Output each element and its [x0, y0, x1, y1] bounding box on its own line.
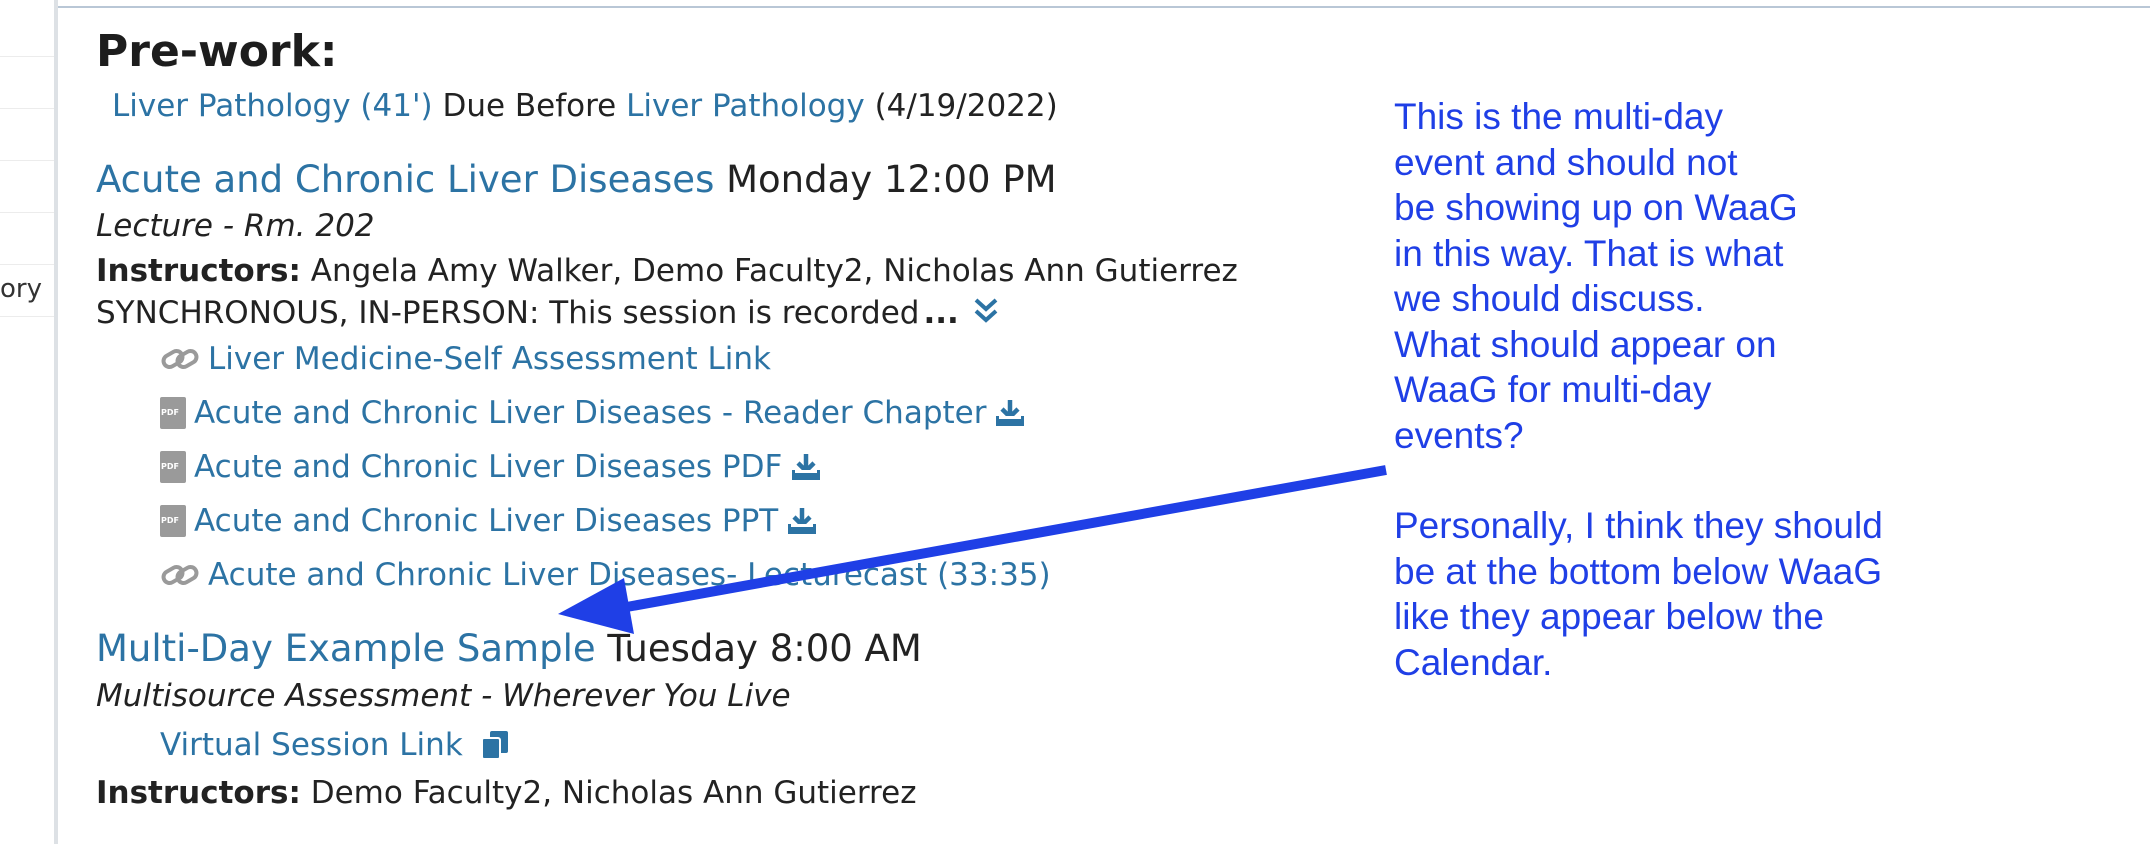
- prework-heading: Pre-work:: [96, 26, 338, 77]
- event-title-link[interactable]: Acute and Chronic Liver Diseases: [96, 158, 714, 201]
- event-header: Multi-Day Example Sample Tuesday 8:00 AM: [96, 627, 922, 670]
- prework-item: Liver Pathology (41') Due Before Liver P…: [112, 88, 1058, 124]
- pdf-icon: [160, 451, 186, 483]
- top-border: [58, 6, 2150, 8]
- resource-label[interactable]: Acute and Chronic Liver Diseases PPT: [194, 503, 778, 539]
- description-text: SYNCHRONOUS, IN-PERSON: This session is …: [96, 295, 920, 331]
- sidebar-divider: [0, 316, 54, 317]
- description-ellipsis: ...: [923, 295, 959, 331]
- virtual-session-link[interactable]: Virtual Session Link: [160, 727, 511, 763]
- event-instructors: Instructors: Demo Faculty2, Nicholas Ann…: [96, 775, 916, 811]
- resource-label[interactable]: Acute and Chronic Liver Diseases PDF: [194, 449, 782, 485]
- sidebar-divider: [0, 212, 54, 213]
- event-description: SYNCHRONOUS, IN-PERSON: This session is …: [96, 295, 999, 334]
- annotation-paragraph: This is the multi-day event and should n…: [1394, 96, 1798, 456]
- resource-link[interactable]: Liver Medicine-Self Assessment Link: [160, 341, 771, 377]
- resource-label[interactable]: Acute and Chronic Liver Diseases- Lectur…: [208, 557, 1051, 593]
- resource-label[interactable]: Acute and Chronic Liver Diseases - Reade…: [194, 395, 986, 431]
- sidebar-divider: [0, 264, 54, 265]
- event-header: Acute and Chronic Liver Diseases Monday …: [96, 158, 1057, 201]
- link-icon: [160, 344, 200, 374]
- download-icon[interactable]: [786, 506, 818, 536]
- annotation-note: This is the multi-day event and should n…: [1394, 94, 2014, 685]
- due-before-text: Due Before: [442, 88, 617, 124]
- expand-chevron-icon[interactable]: [973, 296, 999, 334]
- instructors-names: Angela Amy Walker, Demo Faculty2, Nichol…: [310, 253, 1238, 289]
- sidebar-divider: [0, 160, 54, 161]
- due-event-link[interactable]: Liver Pathology: [626, 88, 865, 124]
- event-time: Monday 12:00 PM: [726, 158, 1057, 201]
- instructors-names: Demo Faculty2, Nicholas Ann Gutierrez: [310, 775, 917, 811]
- instructors-label: Instructors:: [96, 253, 301, 289]
- event-type: Multisource Assessment - Wherever You Li…: [96, 678, 791, 714]
- sidebar-divider: [0, 56, 54, 57]
- sidebar-item-fragment[interactable]: ory: [0, 274, 42, 304]
- event-title-link[interactable]: Multi-Day Example Sample: [96, 627, 596, 670]
- due-date: (4/19/2022): [874, 88, 1058, 124]
- event-type: Lecture - Rm. 202: [96, 208, 375, 244]
- event-time: Tuesday 8:00 AM: [607, 627, 922, 670]
- link-icon: [160, 560, 200, 590]
- resource-link[interactable]: Acute and Chronic Liver Diseases PPT: [160, 503, 818, 539]
- prework-item-link[interactable]: Liver Pathology (41'): [112, 88, 433, 124]
- pdf-icon: [160, 505, 186, 537]
- copy-icon[interactable]: [479, 729, 511, 761]
- resource-link[interactable]: Acute and Chronic Liver Diseases- Lectur…: [160, 557, 1051, 593]
- download-icon[interactable]: [790, 452, 822, 482]
- instructors-label: Instructors:: [96, 775, 301, 811]
- virtual-session-label[interactable]: Virtual Session Link: [160, 727, 463, 763]
- resource-link[interactable]: Acute and Chronic Liver Diseases PDF: [160, 449, 822, 485]
- event-instructors: Instructors: Angela Amy Walker, Demo Fac…: [96, 253, 1238, 289]
- pdf-icon: [160, 397, 186, 429]
- annotation-paragraph: Personally, I think they should be at th…: [1394, 505, 1883, 683]
- download-icon[interactable]: [994, 398, 1026, 428]
- resource-label[interactable]: Liver Medicine-Self Assessment Link: [208, 341, 771, 377]
- resource-link[interactable]: Acute and Chronic Liver Diseases - Reade…: [160, 395, 1026, 431]
- left-sidebar-strip: ory: [0, 0, 58, 844]
- sidebar-divider: [0, 108, 54, 109]
